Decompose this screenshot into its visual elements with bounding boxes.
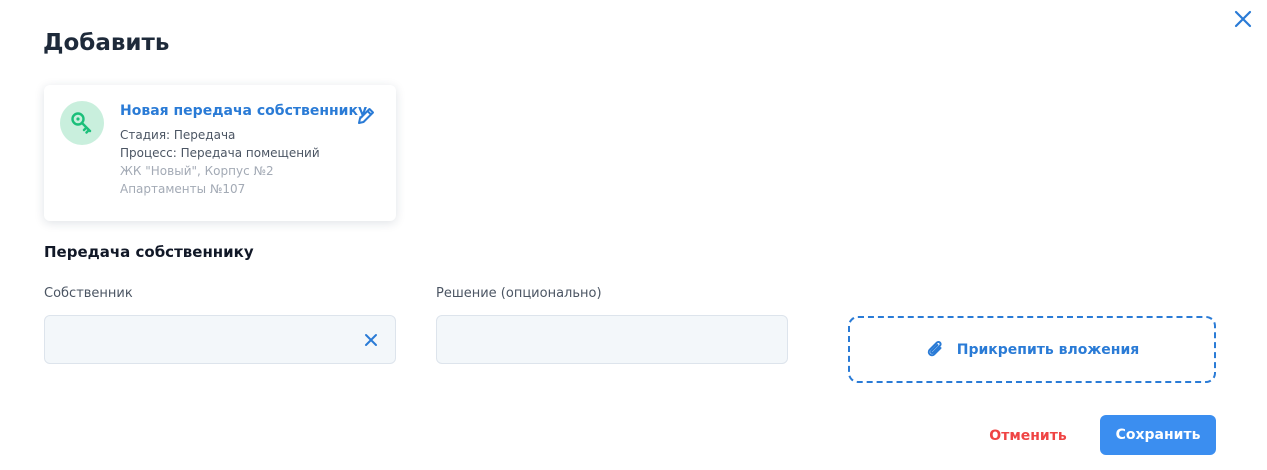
owner-input[interactable] — [45, 316, 395, 363]
owner-clear-button[interactable] — [363, 332, 379, 348]
paperclip-icon — [927, 340, 942, 356]
card-avatar — [60, 101, 104, 145]
dialog-title: Добавить — [43, 30, 170, 56]
card-title[interactable]: Новая передача собственнику — [120, 103, 367, 119]
card-apartment: Апартаменты №107 — [120, 182, 246, 196]
edit-card-button[interactable] — [355, 105, 377, 127]
card-stage: Стадия: Передача — [120, 128, 236, 142]
attach-files-button[interactable]: Прикрепить вложения — [848, 316, 1216, 383]
attach-files-label: Прикрепить вложения — [956, 341, 1140, 358]
close-dialog-button[interactable] — [1232, 8, 1254, 30]
transfer-card: Новая передача собственнику Стадия: Пере… — [44, 85, 396, 221]
card-process: Процесс: Передача помещений — [120, 146, 320, 160]
decision-field[interactable] — [436, 315, 788, 364]
close-icon — [365, 334, 377, 346]
key-icon — [71, 112, 92, 134]
owner-field[interactable] — [44, 315, 396, 364]
cancel-button[interactable]: Отменить — [982, 418, 1074, 454]
pencil-icon — [358, 108, 374, 124]
decision-label: Решение (опционально) — [436, 286, 602, 301]
owner-label: Собственник — [44, 286, 133, 301]
close-icon — [1234, 10, 1252, 28]
decision-input[interactable] — [437, 316, 787, 363]
section-title: Передача собственнику — [44, 243, 254, 261]
card-complex: ЖК "Новый", Корпус №2 — [120, 164, 274, 178]
save-button[interactable]: Сохранить — [1100, 415, 1216, 455]
